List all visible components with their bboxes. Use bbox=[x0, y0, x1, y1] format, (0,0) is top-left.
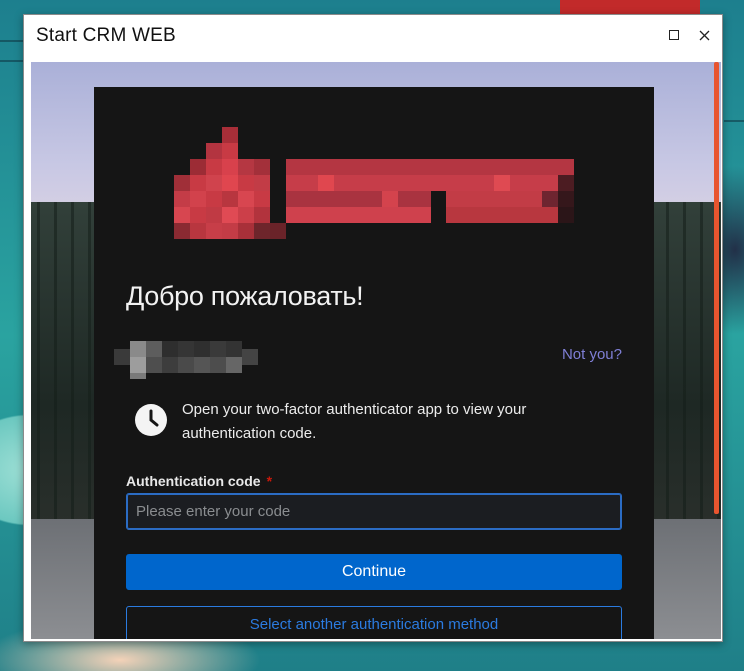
close-button[interactable] bbox=[693, 24, 715, 46]
welcome-heading: Добро пожаловать! bbox=[126, 281, 364, 311]
close-icon bbox=[699, 30, 709, 40]
window-titlebar[interactable]: Start CRM WEB bbox=[24, 15, 722, 56]
maximize-button[interactable] bbox=[663, 24, 685, 46]
scrollbar[interactable] bbox=[714, 62, 719, 514]
authentication-code-label: Authentication code * bbox=[126, 473, 272, 489]
web-viewport: Добро пожаловать! Not you? Open your two… bbox=[31, 62, 721, 639]
window-title: Start CRM WEB bbox=[36, 25, 176, 46]
app-window: Start CRM WEB Добро пожаловать! Not you?… bbox=[23, 14, 723, 642]
required-marker: * bbox=[266, 473, 273, 489]
continue-button[interactable]: Continue bbox=[126, 554, 622, 590]
company-logo bbox=[174, 127, 574, 239]
authenticator-hint: Open your two-factor authenticator app t… bbox=[182, 401, 527, 442]
select-another-method-button[interactable]: Select another authentication method bbox=[126, 606, 622, 639]
wallpaper-detail bbox=[724, 120, 744, 122]
not-you-link[interactable]: Not you? bbox=[562, 346, 622, 363]
clock-icon bbox=[135, 404, 167, 436]
login-card: Добро пожаловать! Not you? Open your two… bbox=[94, 87, 654, 639]
username-redacted bbox=[114, 341, 258, 379]
authentication-code-label-text: Authentication code bbox=[126, 473, 261, 489]
wallpaper-detail bbox=[560, 0, 700, 14]
maximize-icon bbox=[669, 30, 679, 40]
authentication-code-input[interactable] bbox=[126, 493, 622, 530]
